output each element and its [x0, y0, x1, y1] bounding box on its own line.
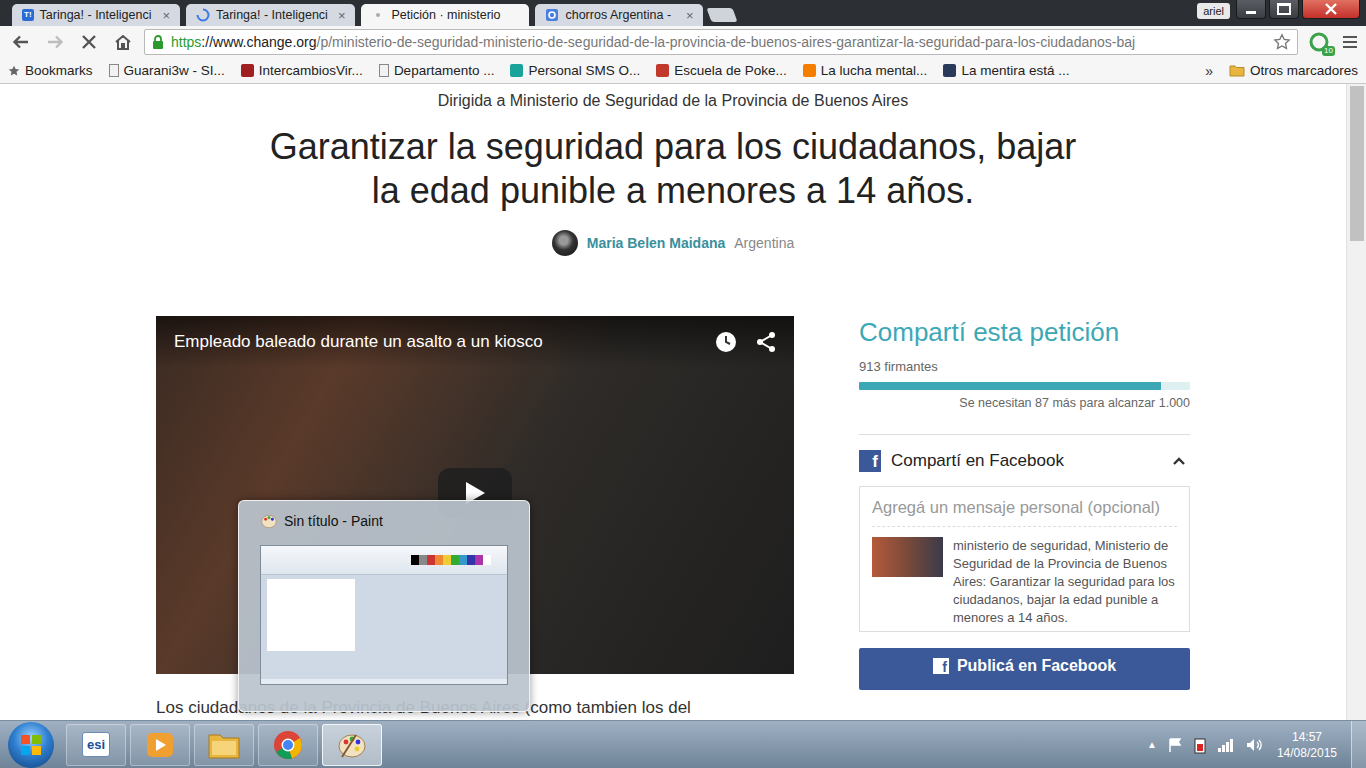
star-icon: [8, 65, 20, 77]
facebook-share-header[interactable]: fCompartí en Facebook: [859, 434, 1190, 472]
paint-icon: [260, 512, 278, 530]
chevron-icon: [1172, 456, 1186, 466]
windows-logo-icon: [21, 735, 41, 755]
site-icon: [943, 64, 956, 77]
battery-icon[interactable]: [1193, 736, 1207, 754]
facebook-logo-icon: f: [859, 450, 881, 472]
tab-close-button[interactable]: ×: [682, 8, 694, 23]
bookmark-item[interactable]: Guarani3w - SI...: [109, 63, 225, 78]
folder-icon: [1229, 64, 1245, 77]
paint-icon: [336, 729, 368, 761]
esi-icon: esi: [82, 732, 110, 757]
author-row: Maria Belen MaidanaArgentina: [0, 230, 1346, 256]
scrollbar-thumb[interactable]: [1350, 86, 1364, 241]
browser-tab[interactable]: Petición · ministerio: [361, 4, 529, 26]
bookmark-item[interactable]: La lucha mental...: [803, 63, 928, 78]
taskbar-thumbnail-preview[interactable]: Sin título - Paint: [238, 500, 530, 712]
signature-progress: [859, 382, 1190, 390]
taskbar-button[interactable]: esi: [66, 724, 126, 766]
clock[interactable]: 14:5714/08/2015: [1273, 729, 1341, 761]
share-preview: ministerio de seguridad, Ministerio de S…: [872, 527, 1177, 627]
page-icon: [379, 64, 389, 77]
tab-close-button[interactable]: ×: [334, 8, 346, 23]
bookmark-item[interactable]: IntercambiosVir...: [241, 63, 363, 78]
show-hidden-icons-button[interactable]: ▲: [1147, 739, 1157, 750]
extension-button[interactable]: 10: [1306, 30, 1332, 54]
profile-badge[interactable]: ariel: [1197, 3, 1230, 19]
taskbar: esi ▲ 14:5714/08/2015: [0, 720, 1366, 768]
facebook-share-box: Agregá un mensaje personal (opcional)min…: [859, 486, 1190, 632]
page-viewport: Dirigida a Ministerio de Seguridad de la…: [0, 84, 1366, 720]
back-arrow-icon[interactable]: [8, 32, 34, 52]
minimize-button[interactable]: [1236, 0, 1266, 19]
chrome-icon: [272, 729, 304, 761]
publish-facebook-button[interactable]: fPublicá en Facebook: [859, 648, 1190, 690]
site-icon: [656, 64, 669, 77]
bookmark-item[interactable]: Escuela de Poke...: [656, 63, 787, 78]
media-player-icon: [144, 729, 176, 761]
forward-arrow-icon[interactable]: [42, 32, 68, 52]
desktop-screen: T!Taringa! - Inteligenci× Taringa! - Inte…: [0, 0, 1366, 768]
petition-target: Dirigida a Ministerio de Seguridad de la…: [0, 91, 1346, 111]
show-desktop-button[interactable]: [1351, 721, 1366, 768]
personal-message-field[interactable]: Agregá un mensaje personal (opcional): [872, 497, 1177, 527]
loading-icon: [196, 8, 210, 22]
restore-button[interactable]: [1269, 0, 1299, 19]
share-icon[interactable]: [754, 330, 778, 354]
taskbar-button[interactable]: [194, 724, 254, 766]
browser-tab[interactable]: T!Taringa! - Inteligenci×: [12, 4, 180, 26]
signal-icon[interactable]: [1217, 737, 1235, 753]
other-bookmarks-folder[interactable]: Otros marcadores: [1229, 63, 1358, 78]
action-center-flag-icon[interactable]: [1167, 737, 1183, 753]
volume-icon[interactable]: [1245, 737, 1263, 753]
site-icon: [803, 64, 816, 77]
browser-tab[interactable]: Taringa! - Inteligenci×: [186, 4, 355, 26]
address-bar[interactable]: https://www.change.org/p/ministerio-de-s…: [144, 29, 1298, 55]
petition-title: Garantizar la seguridad para los ciudada…: [0, 125, 1346, 213]
close-window-button[interactable]: [1302, 0, 1360, 19]
stop-icon[interactable]: [76, 32, 102, 52]
watch-later-icon[interactable]: [714, 330, 738, 354]
start-button[interactable]: [8, 722, 54, 768]
taskbar-button[interactable]: [258, 724, 318, 766]
taskbar-button[interactable]: [322, 724, 382, 766]
browser-toolbar: https://www.change.org/p/ministerio-de-s…: [0, 26, 1366, 58]
signatures-remaining: Se necesitan 87 más para alcanzar 1.000: [859, 395, 1190, 411]
bookmark-item[interactable]: La mentira está ...: [943, 63, 1069, 78]
share-heading: Compartí esta petición: [859, 316, 1190, 348]
paint-window-preview: [260, 545, 508, 685]
close-icon: [1324, 3, 1338, 15]
bookmark-star-icon[interactable]: [1273, 33, 1291, 51]
site-icon: [510, 64, 523, 77]
taringa-icon: T!: [22, 9, 34, 21]
chrome-menu-button[interactable]: [1340, 36, 1360, 48]
preview-thumbnail: [872, 537, 943, 577]
site-icon: [241, 64, 254, 77]
signer-count: 913 firmantes: [859, 359, 1190, 375]
page-icon: [109, 64, 119, 77]
author-avatar-icon: [552, 230, 578, 256]
new-tab-button[interactable]: [707, 8, 738, 22]
video-title[interactable]: Empleado baleado durante un asalto a un …: [174, 332, 543, 352]
folder-icon: [207, 730, 241, 760]
bookmark-item[interactable]: Personal SMS O...: [510, 63, 640, 78]
tab-strip: T!Taringa! - Inteligenci× Taringa! - Inte…: [0, 0, 1366, 26]
page-icon: [371, 8, 385, 22]
petition-page: Dirigida a Ministerio de Seguridad de la…: [0, 84, 1346, 720]
bookmarks-overflow-button[interactable]: »: [1205, 63, 1213, 79]
browser-tab[interactable]: chorros Argentina - ×: [535, 4, 703, 26]
system-tray: ▲ 14:5714/08/2015: [1147, 721, 1366, 768]
taskbar-button[interactable]: [130, 724, 190, 766]
google-icon: [545, 8, 559, 22]
bookmarks-bar: Bookmarks Guarani3w - SI... IntercambiosVi…: [0, 58, 1366, 84]
tab-close-button[interactable]: ×: [158, 8, 170, 23]
author-name[interactable]: Maria Belen Maidana: [587, 235, 726, 251]
bookmark-item[interactable]: Departamento ...: [379, 63, 495, 78]
bookmark-item[interactable]: Bookmarks: [8, 63, 93, 78]
page-scrollbar[interactable]: [1346, 84, 1366, 720]
home-icon[interactable]: [110, 32, 136, 52]
lock-icon: [151, 34, 165, 50]
